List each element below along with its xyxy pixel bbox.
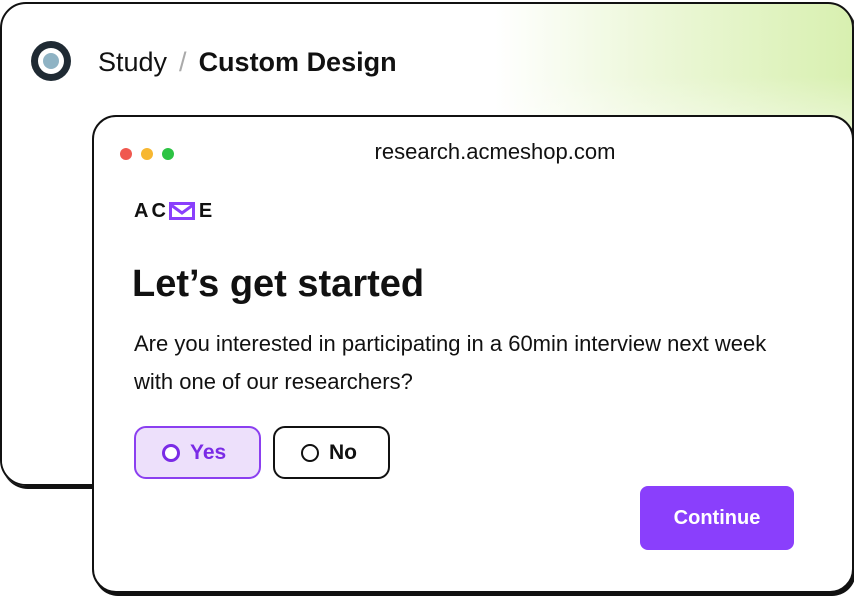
page-title: Let’s get started	[132, 263, 425, 305]
app-logo-icon	[31, 41, 71, 81]
option-yes[interactable]: Yes	[134, 426, 261, 479]
radio-selected-icon	[162, 443, 180, 462]
option-no[interactable]: No	[273, 426, 390, 479]
breadcrumb-separator: /	[179, 47, 187, 77]
brand-logo: AC E	[134, 199, 215, 223]
continue-button[interactable]: Continue	[640, 486, 794, 550]
option-no-label: No	[329, 440, 357, 464]
radio-unselected-icon	[301, 443, 319, 462]
breadcrumb-current: Custom Design	[198, 47, 397, 77]
address-bar[interactable]: research.acmeshop.com	[94, 137, 852, 167]
envelope-m-icon	[168, 202, 195, 220]
brand-text-right: E	[198, 199, 216, 222]
breadcrumb: Study / Custom Design	[98, 44, 397, 80]
option-yes-label: Yes	[190, 440, 227, 464]
breadcrumb-study[interactable]: Study	[98, 47, 167, 77]
browser-window: research.acmeshop.com AC E Let’s get sta…	[92, 115, 854, 593]
brand-text-left: AC	[134, 199, 169, 222]
survey-question: Are you interested in participating in a…	[134, 331, 767, 394]
